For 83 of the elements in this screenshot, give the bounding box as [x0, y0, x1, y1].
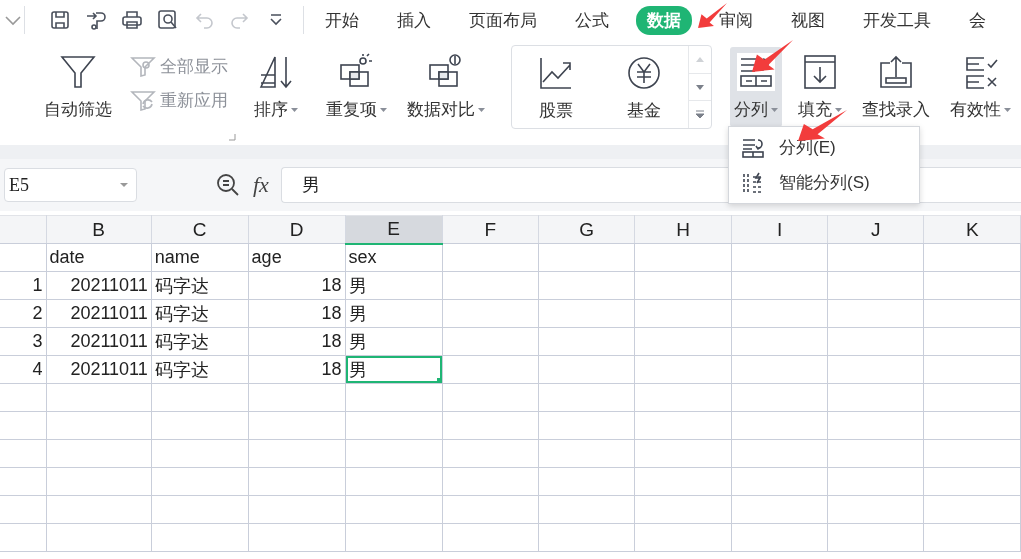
- table-cell: 男: [345, 355, 443, 384]
- table-cell: 18: [248, 299, 346, 328]
- column-header[interactable]: J: [827, 215, 924, 244]
- caret-icon: [120, 183, 128, 187]
- ribbon-tab[interactable]: 页面布局: [458, 5, 548, 35]
- table-cell: 1: [0, 271, 46, 300]
- menu-item[interactable]: 分列(E): [729, 130, 919, 165]
- column-header[interactable]: G: [538, 215, 635, 244]
- split-columns-icon: [741, 136, 765, 159]
- table-cell: 码字达: [151, 271, 249, 300]
- upload-icon: [877, 53, 915, 91]
- validity-button[interactable]: 有效性: [946, 47, 1015, 127]
- fund-button[interactable]: 基金: [600, 46, 688, 128]
- annotation-arrow: [752, 40, 793, 72]
- table-cell: date: [46, 243, 152, 272]
- column-header[interactable]: E: [345, 215, 443, 244]
- table-cell: 20211011: [46, 299, 152, 328]
- ribbon-tab[interactable]: 视图: [780, 5, 836, 35]
- function-label[interactable]: fx: [253, 172, 269, 198]
- duplicates-button[interactable]: 重复项: [322, 47, 391, 127]
- filter-eye-icon: [130, 55, 156, 77]
- table-cell: 码字达: [151, 299, 249, 328]
- zoom-icon[interactable]: [215, 172, 241, 198]
- table-cell: 男: [345, 271, 443, 300]
- column-header[interactable]: H: [634, 215, 732, 244]
- column-header[interactable]: C: [151, 215, 249, 244]
- save-button[interactable]: [49, 9, 71, 31]
- ribbon-tab[interactable]: 公式: [564, 5, 620, 35]
- ribbon-tab[interactable]: 开发工具: [852, 5, 942, 35]
- table-cell: 18: [248, 271, 346, 300]
- table-cell: 男: [345, 299, 443, 328]
- sort-button[interactable]: 排序: [250, 47, 302, 127]
- table-cell: name: [151, 243, 249, 272]
- up-icon: [696, 56, 704, 62]
- print-preview-button[interactable]: [157, 9, 179, 31]
- fill-button[interactable]: 填充: [794, 47, 846, 127]
- ribbon-tab[interactable]: 会: [958, 5, 997, 35]
- table-cell: 4: [0, 355, 46, 384]
- column-header[interactable]: I: [731, 215, 828, 244]
- print-preview-icon: [157, 9, 179, 31]
- ribbon-tab[interactable]: 开始: [314, 5, 370, 35]
- caret-icon: [1004, 107, 1011, 112]
- caret-icon: [835, 107, 842, 112]
- column-header[interactable]: D: [248, 215, 346, 244]
- table-cell: sex: [345, 243, 443, 272]
- table-cell: 2: [0, 299, 46, 328]
- filter-button[interactable]: 自动筛选: [40, 47, 116, 127]
- print-button[interactable]: [121, 9, 143, 31]
- down-icon: [696, 84, 704, 90]
- caret-icon: [478, 107, 485, 112]
- yen-coin-icon: [625, 54, 663, 92]
- table-cell: 男: [345, 327, 443, 356]
- stock-button[interactable]: 股票: [512, 46, 600, 128]
- table-cell: 18: [248, 327, 346, 356]
- split-button[interactable]: 分列: [730, 47, 782, 127]
- caret-icon: [380, 107, 387, 112]
- table-cell: 20211011: [46, 271, 152, 300]
- column-header[interactable]: B: [46, 215, 152, 244]
- column-header[interactable]: F: [442, 215, 539, 244]
- format-painter-button[interactable]: [85, 9, 107, 31]
- table-cell: 20211011: [46, 327, 152, 356]
- format-painter-icon: [85, 9, 107, 31]
- filter-refresh-icon: [130, 89, 156, 111]
- column-header[interactable]: K: [924, 215, 1021, 244]
- lookup-button[interactable]: 查找录入: [858, 47, 934, 127]
- print-icon: [121, 9, 143, 31]
- fill-down-icon: [801, 53, 839, 91]
- table-cell: 18: [248, 355, 346, 384]
- table-cell: 3: [0, 327, 46, 356]
- caret-icon: [771, 107, 778, 112]
- ribbon-tab[interactable]: 审阅: [708, 5, 764, 35]
- table-cell: 20211011: [46, 355, 152, 384]
- table-cell: age: [248, 243, 346, 272]
- compare-button[interactable]: 数据对比: [403, 47, 489, 127]
- save-icon: [49, 9, 71, 31]
- expand-icon: [695, 110, 705, 120]
- name-box[interactable]: E5: [4, 168, 137, 202]
- filter-icon: [59, 53, 97, 91]
- table-cell: 码字达: [151, 355, 249, 384]
- ribbon-tab[interactable]: 插入: [386, 5, 442, 35]
- table-cell: 码字达: [151, 327, 249, 356]
- caret-icon: [291, 107, 298, 112]
- menu-item[interactable]: 智能分列(S): [729, 165, 919, 200]
